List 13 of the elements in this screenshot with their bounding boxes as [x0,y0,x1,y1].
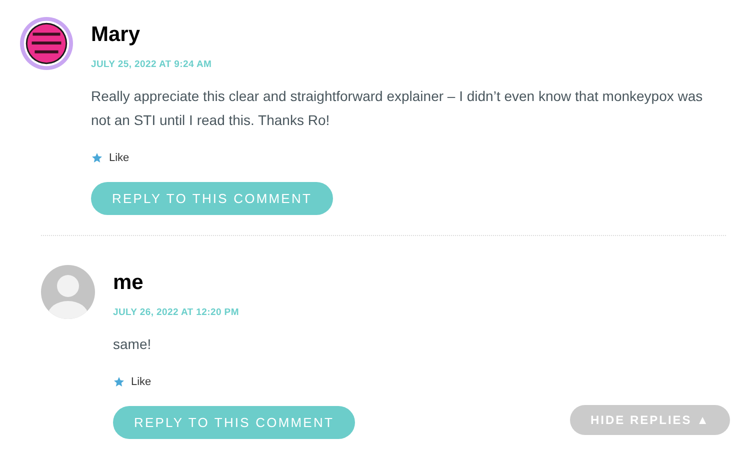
reply-button[interactable]: REPLY TO THIS COMMENT [91,182,333,215]
comment-text: Really appreciate this clear and straightforward explainer – I didn’t even know that monkeypox was not an STI until I read this. Thanks Ro! [91,87,704,130]
like-link[interactable]: Like [131,376,152,388]
reply-button[interactable]: REPLY TO THIS COMMENT [113,406,355,439]
like-link[interactable]: Like [109,152,130,164]
author-name: me [113,271,144,295]
star-icon[interactable] [113,376,125,388]
comment-text: same! [113,335,152,354]
avatar-icon [41,265,95,319]
author-name: Mary [91,23,142,47]
comment-date[interactable]: JULY 25, 2022 AT 9:24 AM [91,59,744,70]
comment-date[interactable]: JULY 26, 2022 AT 12:20 PM [113,307,730,318]
star-icon[interactable] [91,152,103,164]
